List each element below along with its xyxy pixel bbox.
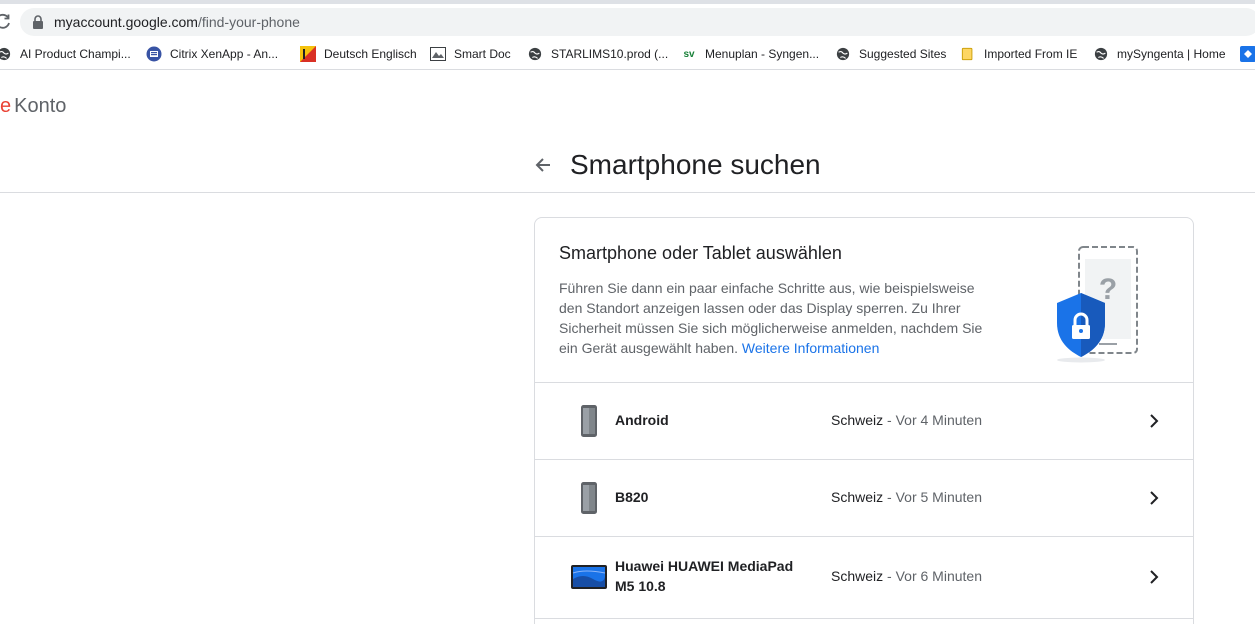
bookmark-imported-from-ie[interactable]: Imported From IE xyxy=(960,40,1077,68)
card-header: Smartphone oder Tablet auswählen Führen … xyxy=(535,218,1193,383)
device-separator: - xyxy=(883,489,896,505)
bookmark-label: Citrix XenApp - An... xyxy=(170,47,279,61)
device-location: Schweiz xyxy=(831,489,884,505)
bookmark-deutsch-englisch[interactable]: Deutsch Englisch xyxy=(300,40,417,68)
bookmark-label: Smart Doc xyxy=(454,47,511,61)
header-divider xyxy=(0,192,1255,193)
bookmark-label: Menuplan - Syngen... xyxy=(705,47,820,61)
browser-toolbar: myaccount.google.com/find-your-phone xyxy=(0,4,1255,40)
document-icon xyxy=(430,46,446,62)
device-last-seen: Schweiz - Vor 5 Minuten xyxy=(831,487,982,507)
bookmark-label: Deutsch Englisch xyxy=(324,47,417,61)
bookmark-citrix[interactable]: Citrix XenApp - An... xyxy=(146,40,278,68)
chevron-right-icon xyxy=(1150,414,1159,428)
bookmark-smart-doc[interactable]: Smart Doc xyxy=(430,40,511,68)
card-title: Smartphone oder Tablet auswählen xyxy=(559,243,842,263)
globe-icon xyxy=(527,46,543,62)
globe-icon xyxy=(835,46,851,62)
bookmark-label: mySyngenta | Home xyxy=(1117,47,1226,61)
bookmark-ai-product[interactable]: AI Product Champi... xyxy=(0,40,131,68)
lock-icon[interactable] xyxy=(32,15,44,29)
bookmark-label: Imported From IE xyxy=(984,47,1078,61)
device-name: B820 xyxy=(615,489,649,505)
bookmarks-bar: AI Product Champi... Citrix XenApp - An.… xyxy=(0,40,1255,70)
bookmark-menuplan[interactable]: sv Menuplan - Syngen... xyxy=(681,40,819,68)
device-last-seen: Schweiz - Vor 4 Minuten xyxy=(831,410,982,430)
device-row-huawei-mediapad[interactable]: Huawei HUAWEI MediaPad M5 10.8 Schweiz -… xyxy=(535,537,1193,619)
bookmark-app-icon xyxy=(1240,46,1255,62)
device-separator: - xyxy=(883,568,896,584)
device-row-b820[interactable]: B820 Schweiz - Vor 5 Minuten xyxy=(535,460,1193,537)
brand-fragment: e xyxy=(0,95,12,117)
phone-security-shield-icon: ? xyxy=(1057,246,1138,363)
url-text[interactable]: myaccount.google.com/find-your-phone xyxy=(54,14,300,30)
learn-more-link[interactable]: Weitere Informationen xyxy=(742,340,879,356)
bookmark-label: AI Product Champi... xyxy=(20,47,131,61)
device-name: Huawei HUAWEI MediaPad M5 10.8 xyxy=(615,558,794,594)
sv-icon: sv xyxy=(683,48,695,60)
bookmark-label: STARLIMS10.prod (... xyxy=(551,47,669,61)
folder-icon xyxy=(960,46,976,62)
device-row-android[interactable]: Android Schweiz - Vor 4 Minuten xyxy=(535,383,1193,460)
url-path: /find-your-phone xyxy=(197,14,300,30)
device-time: Vor 5 Minuten xyxy=(895,489,982,505)
bookmark-suggested-sites[interactable]: Suggested Sites xyxy=(835,40,946,68)
device-time: Vor 4 Minuten xyxy=(895,412,982,428)
device-name: Android xyxy=(615,412,669,428)
account-logo[interactable]: e Konto xyxy=(0,95,66,117)
address-bar[interactable]: myaccount.google.com/find-your-phone xyxy=(20,8,1255,36)
device-location: Schweiz xyxy=(831,568,884,584)
device-picker-card: Smartphone oder Tablet auswählen Führen … xyxy=(534,217,1194,624)
phone-icon xyxy=(581,405,597,437)
citrix-icon xyxy=(146,46,162,62)
card-description: Führen Sie dann ein paar einfache Schrit… xyxy=(559,278,991,358)
chevron-right-icon xyxy=(1150,491,1159,505)
bookmark-overflow[interactable] xyxy=(1240,40,1255,68)
device-location: Schweiz xyxy=(831,412,884,428)
reload-icon[interactable] xyxy=(0,13,12,31)
bookmark-starlims[interactable]: STARLIMS10.prod (... xyxy=(527,40,668,68)
url-host: myaccount.google.com xyxy=(54,14,198,30)
globe-icon xyxy=(1093,46,1109,62)
dictionary-icon xyxy=(300,46,316,62)
device-last-seen: Schweiz - Vor 6 Minuten xyxy=(831,566,982,586)
bookmark-mysyngenta[interactable]: mySyngenta | Home xyxy=(1093,40,1226,68)
tablet-icon xyxy=(571,565,607,589)
bookmark-label: Suggested Sites xyxy=(859,47,947,61)
chevron-right-icon xyxy=(1150,570,1159,584)
back-arrow-icon[interactable] xyxy=(533,155,553,175)
phone-icon xyxy=(581,482,597,514)
page-title: Smartphone suchen xyxy=(570,149,821,180)
brand-label: Konto xyxy=(14,95,67,117)
svg-text:?: ? xyxy=(1099,273,1117,306)
device-time: Vor 6 Minuten xyxy=(895,568,982,584)
globe-icon xyxy=(0,46,12,62)
device-separator: - xyxy=(883,412,896,428)
